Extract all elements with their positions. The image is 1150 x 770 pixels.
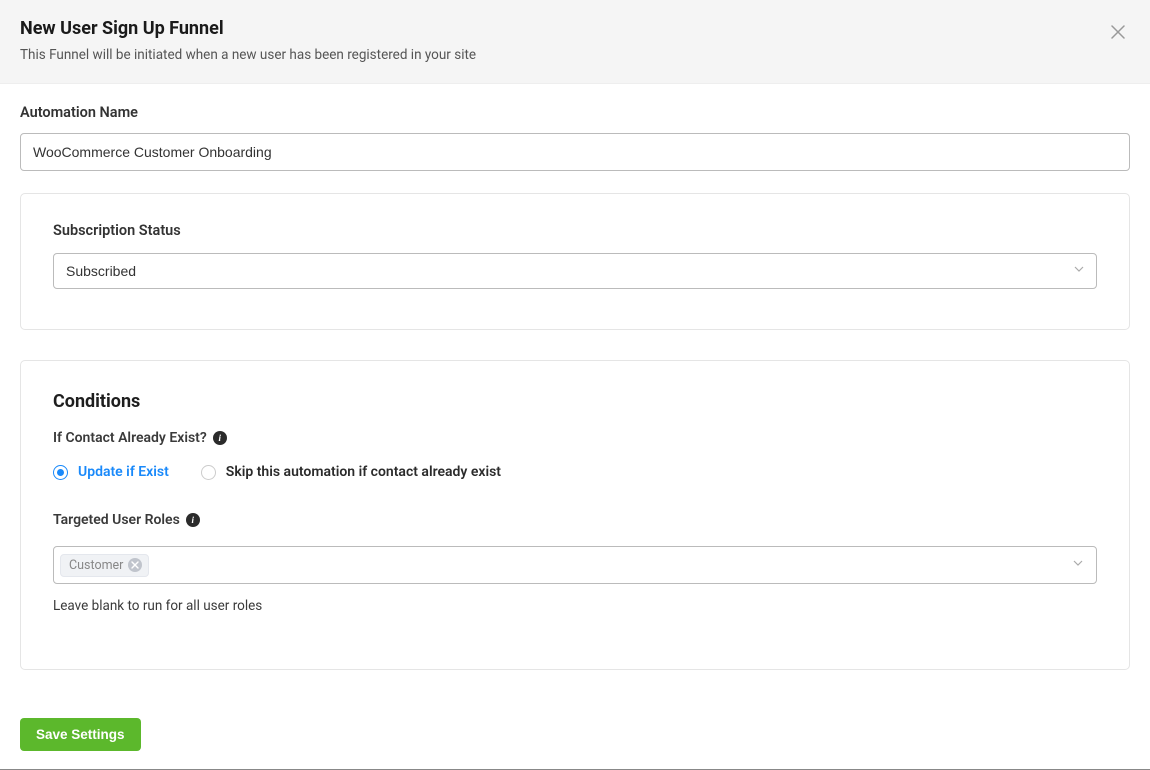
radio-dot-icon xyxy=(57,469,64,476)
conditions-title: Conditions xyxy=(53,391,1097,412)
form-content: Automation Name Subscription Status Subs… xyxy=(0,84,1150,690)
radio-circle-selected xyxy=(53,465,68,480)
automation-name-input[interactable] xyxy=(20,133,1130,171)
save-settings-button[interactable]: Save Settings xyxy=(20,718,141,751)
roles-multiselect[interactable]: Customer xyxy=(53,546,1097,584)
page-title: New User Sign Up Funnel xyxy=(20,18,1130,39)
page-subtitle: This Funnel will be initiated when a new… xyxy=(20,47,1130,63)
contact-exist-label: If Contact Already Exist? i xyxy=(53,430,1097,446)
info-icon[interactable]: i xyxy=(186,513,200,527)
subscription-status-select[interactable]: Subscribed xyxy=(53,253,1097,289)
roles-label-text: Targeted User Roles xyxy=(53,512,180,528)
radio-update-label: Update if Exist xyxy=(78,464,169,480)
chevron-down-icon xyxy=(1072,557,1084,573)
roles-label: Targeted User Roles i xyxy=(53,512,1097,528)
subscription-status-select-wrap: Subscribed xyxy=(53,253,1097,289)
contact-exist-label-text: If Contact Already Exist? xyxy=(53,430,207,446)
role-tag: Customer xyxy=(60,554,149,577)
close-icon xyxy=(131,561,139,569)
close-icon xyxy=(1111,25,1125,39)
conditions-card: Conditions If Contact Already Exist? i U… xyxy=(20,360,1130,670)
info-icon[interactable]: i xyxy=(213,431,227,445)
contact-exist-radio-group: Update if Exist Skip this automation if … xyxy=(53,464,1097,480)
roles-helper-text: Leave blank to run for all user roles xyxy=(53,598,1097,614)
subscription-status-card: Subscription Status Subscribed xyxy=(20,193,1130,330)
role-tag-label: Customer xyxy=(69,558,123,573)
radio-skip-if-exist[interactable]: Skip this automation if contact already … xyxy=(201,464,501,480)
page-root: New User Sign Up Funnel This Funnel will… xyxy=(0,0,1150,770)
close-button[interactable] xyxy=(1108,22,1128,42)
modal-header: New User Sign Up Funnel This Funnel will… xyxy=(0,0,1150,84)
radio-skip-label: Skip this automation if contact already … xyxy=(226,464,501,480)
tag-remove-button[interactable] xyxy=(128,558,142,572)
radio-update-if-exist[interactable]: Update if Exist xyxy=(53,464,169,480)
automation-name-label: Automation Name xyxy=(20,104,1130,121)
radio-circle-unselected xyxy=(201,465,216,480)
subscription-status-label: Subscription Status xyxy=(53,222,1097,239)
subscription-status-value: Subscribed xyxy=(66,263,136,279)
footer: Save Settings xyxy=(0,690,1150,769)
